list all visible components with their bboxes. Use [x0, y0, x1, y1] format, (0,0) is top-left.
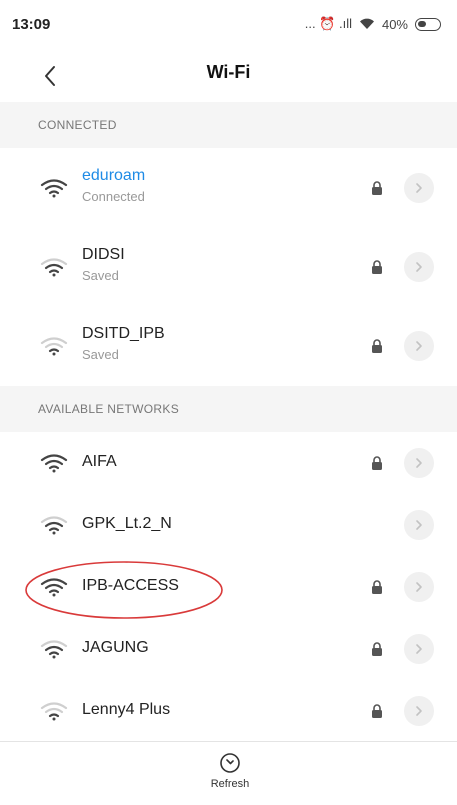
network-text: DIDSI Saved — [82, 246, 125, 283]
network-name: AIFA — [82, 453, 117, 470]
lock-icon — [371, 704, 383, 718]
page-title: Wi-Fi — [206, 62, 251, 82]
network-text: DSITD_IPB Saved — [82, 325, 165, 362]
wifi-signal-icon — [40, 701, 68, 721]
app-header: Wi-Fi — [0, 48, 457, 102]
wifi-network-row[interactable]: eduroam Connected — [0, 148, 457, 227]
network-details-button[interactable] — [404, 330, 434, 361]
wifi-signal-icon — [40, 453, 68, 473]
network-text: JAGUNG — [82, 639, 149, 657]
network-details-button[interactable] — [404, 448, 434, 478]
wifi-network-row[interactable]: JAGUNG — [0, 618, 457, 680]
lock-icon — [371, 180, 383, 195]
network-name: eduroam — [82, 166, 146, 184]
network-details-button[interactable] — [404, 696, 434, 726]
chevron-right-icon — [415, 581, 423, 593]
status-bar: 13:09 ... ⏰ .ıll 40% — [0, 0, 457, 48]
wifi-network-row[interactable]: GPK_Lt.2_N — [0, 494, 457, 556]
section-title: AVAILABLE NETWORKS — [38, 402, 179, 416]
wifi-network-row[interactable]: IPB-ACCESS — [0, 556, 457, 618]
lock-icon — [371, 338, 383, 353]
network-text: AIFA — [82, 453, 117, 471]
network-details-button[interactable] — [404, 251, 434, 282]
wifi-signal-icon — [40, 336, 68, 356]
section-title: CONNECTED — [38, 118, 117, 132]
network-text: eduroam Connected — [82, 167, 145, 204]
status-time: 13:09 — [12, 15, 51, 33]
chevron-right-icon — [415, 519, 423, 531]
network-name: Lenny4 Plus — [82, 701, 171, 718]
network-name: JAGUNG — [82, 639, 149, 656]
network-status: Saved — [82, 346, 119, 362]
refresh-button[interactable]: Refresh — [208, 752, 252, 802]
wifi-signal-icon — [40, 178, 68, 198]
wifi-signal-icon — [40, 515, 68, 535]
lock-icon — [371, 259, 383, 274]
lock-icon — [371, 580, 383, 594]
status-icons: ... ⏰ .ıll 40% — [305, 16, 441, 32]
wifi-network-row[interactable]: DSITD_IPB Saved — [0, 306, 457, 385]
network-details-button[interactable] — [404, 634, 434, 664]
network-details-button[interactable] — [404, 172, 434, 203]
network-name: DIDSI — [82, 245, 125, 263]
chevron-right-icon — [415, 261, 423, 273]
battery-percent: 40% — [381, 16, 408, 32]
network-name: GPK_Lt.2_N — [82, 515, 172, 532]
chevron-right-icon — [415, 643, 423, 655]
footer-divider — [0, 741, 457, 742]
wifi-network-row[interactable]: AIFA — [0, 432, 457, 494]
lock-icon — [371, 456, 383, 470]
wifi-signal-icon — [40, 257, 68, 277]
chevron-right-icon — [415, 457, 423, 469]
network-details-button[interactable] — [404, 510, 434, 540]
refresh-label: Refresh — [210, 778, 250, 790]
refresh-icon — [220, 753, 240, 773]
section-header-connected: CONNECTED — [0, 102, 457, 148]
lock-icon — [371, 642, 383, 656]
network-name: IPB-ACCESS — [82, 577, 179, 594]
chevron-right-icon — [415, 182, 423, 194]
network-status: Connected — [82, 188, 145, 204]
wifi-signal-icon — [40, 639, 68, 659]
chevron-right-icon — [415, 705, 423, 717]
network-status: Saved — [82, 267, 119, 283]
wifi-status-icon — [359, 18, 374, 29]
network-text: GPK_Lt.2_N — [82, 515, 172, 533]
chevron-right-icon — [415, 340, 423, 352]
battery-icon — [415, 17, 441, 31]
wifi-signal-icon — [40, 577, 68, 597]
network-text: Lenny4 Plus — [82, 701, 170, 719]
network-name: DSITD_IPB — [82, 324, 165, 342]
wifi-network-row[interactable]: Lenny4 Plus — [0, 680, 457, 742]
status-indicators: ... ⏰ .ıll — [304, 16, 352, 31]
wifi-network-row[interactable]: DIDSI Saved — [0, 227, 457, 306]
section-header-available: AVAILABLE NETWORKS — [0, 386, 457, 432]
network-text: IPB-ACCESS — [82, 577, 179, 595]
network-details-button[interactable] — [404, 572, 434, 602]
